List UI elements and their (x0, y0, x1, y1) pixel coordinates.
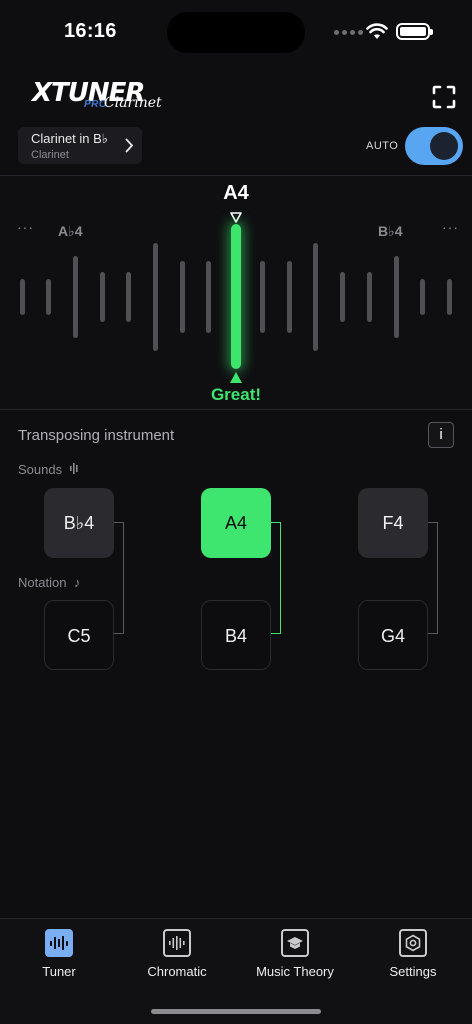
sound-note-1[interactable]: B♭4 (44, 488, 114, 558)
tuner-gauge: A4 ··· A♭4 B♭4 ··· Great! (0, 175, 472, 410)
notation-note-2[interactable]: B4 (201, 600, 271, 670)
auto-toggle-knob (430, 132, 458, 160)
scale-tick (420, 279, 425, 315)
scale-tick (447, 279, 452, 315)
tab-chromatic[interactable]: Chromatic (118, 929, 236, 979)
target-marker-icon (230, 212, 242, 223)
more-right-indicator: ··· (442, 219, 459, 235)
sounds-label-text: Sounds (18, 462, 63, 477)
info-button[interactable]: i (428, 422, 454, 448)
app-logo: XTUNER PRO Clarinet (32, 80, 168, 112)
home-indicator[interactable] (151, 1009, 321, 1014)
more-left-indicator: ··· (17, 219, 34, 235)
scale-tick (287, 261, 292, 333)
scale-tick (367, 272, 372, 322)
pitch-needle (231, 224, 241, 369)
scale-tick (20, 279, 25, 315)
chromatic-icon (163, 929, 191, 957)
gear-icon (399, 929, 427, 957)
scale-tick (153, 243, 158, 351)
tab-tuner[interactable]: Tuner (0, 929, 118, 979)
tab-settings[interactable]: Settings (354, 929, 472, 979)
target-note: A4 (223, 182, 249, 204)
instrument-subtitle: Clarinet (31, 149, 69, 161)
status-bar: 16:16 (0, 0, 472, 62)
sharp-neighbor-note: B♭4 (378, 223, 403, 239)
cellular-signal-icon (334, 30, 363, 35)
notation-label: Notation ♪ (18, 575, 81, 590)
notation-note-3[interactable]: G4 (358, 600, 428, 670)
waveform-icon (45, 929, 73, 957)
scale-tick (394, 256, 399, 338)
scale-tick (180, 261, 185, 333)
graduation-cap-icon (281, 929, 309, 957)
scale-tick (206, 261, 211, 333)
chevron-right-icon (125, 138, 134, 153)
tab-music-theory[interactable]: Music Theory (236, 929, 354, 979)
music-note-icon: ♪ (74, 575, 81, 590)
transposing-title: Transposing instrument (18, 427, 175, 444)
scale-tick (100, 272, 105, 322)
auto-toggle[interactable] (405, 127, 463, 165)
sound-wave-icon (69, 463, 78, 474)
scale-tick (260, 261, 265, 333)
scale-tick (313, 243, 318, 351)
tab-label: Tuner (42, 964, 76, 979)
link-bracket (114, 522, 124, 634)
scale-tick (46, 279, 51, 315)
pitch-marker-icon (230, 372, 242, 383)
logo-sub-text: Clarinet (104, 95, 162, 111)
notation-note-1[interactable]: C5 (44, 600, 114, 670)
tab-label: Chromatic (147, 964, 207, 979)
fullscreen-icon[interactable] (430, 83, 458, 111)
instrument-selector[interactable]: Clarinet in B♭ Clarinet (18, 127, 142, 164)
scale-tick (126, 272, 131, 322)
battery-icon (396, 23, 433, 40)
sound-note-3[interactable]: F4 (358, 488, 428, 558)
auto-label: AUTO (366, 140, 399, 152)
notation-label-text: Notation (18, 575, 67, 590)
sound-note-2[interactable]: A4 (201, 488, 271, 558)
link-bracket (428, 522, 438, 634)
status-time: 16:16 (64, 20, 117, 42)
scale-tick (340, 272, 345, 322)
wifi-icon (366, 23, 388, 39)
tuner-screen: 16:16 XTUNER PRO Clarinet Clarinet in B♭… (0, 0, 472, 1024)
flat-neighbor-note: A♭4 (58, 223, 83, 239)
sounds-label: Sounds (18, 462, 79, 477)
tab-label: Music Theory (256, 964, 334, 979)
link-bracket-active (271, 522, 281, 634)
tuning-status: Great! (210, 385, 262, 404)
instrument-title: Clarinet in B♭ (31, 131, 108, 146)
tab-label: Settings (389, 964, 437, 979)
scale-tick (73, 256, 78, 338)
dynamic-island (167, 12, 305, 53)
